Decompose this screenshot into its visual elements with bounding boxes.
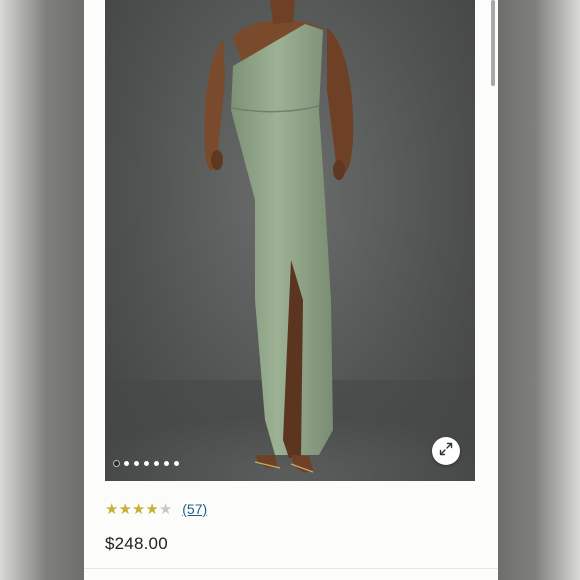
carousel-dot[interactable] — [124, 461, 129, 466]
product-price: $248.00 — [105, 534, 168, 553]
dress-illustration — [105, 0, 475, 481]
star-icon: ★ — [158, 500, 173, 518]
carousel-dot[interactable] — [164, 461, 169, 466]
divider — [84, 568, 498, 569]
carousel-dot[interactable] — [144, 461, 149, 466]
star-rating: ★ ★ ★ ★ ★ — [105, 502, 172, 517]
carousel-dots — [114, 461, 179, 466]
carousel-dot[interactable] — [134, 461, 139, 466]
expand-arrows-icon — [439, 442, 453, 461]
carousel-dot[interactable] — [174, 461, 179, 466]
star-icon: ★ — [145, 500, 159, 518]
right-backdrop — [498, 0, 580, 580]
scrollbar[interactable] — [491, 0, 495, 86]
star-icon: ★ — [118, 500, 132, 518]
carousel-dot[interactable] — [154, 461, 159, 466]
star-icon: ★ — [105, 500, 119, 518]
product-image[interactable] — [105, 0, 475, 481]
star-icon: ★ — [131, 500, 146, 518]
rating-row: ★ ★ ★ ★ ★ (57) — [105, 499, 207, 519]
expand-image-button[interactable] — [432, 437, 460, 465]
review-count-link[interactable]: (57) — [182, 501, 207, 517]
carousel-dot[interactable] — [114, 461, 119, 466]
left-backdrop — [0, 0, 84, 580]
